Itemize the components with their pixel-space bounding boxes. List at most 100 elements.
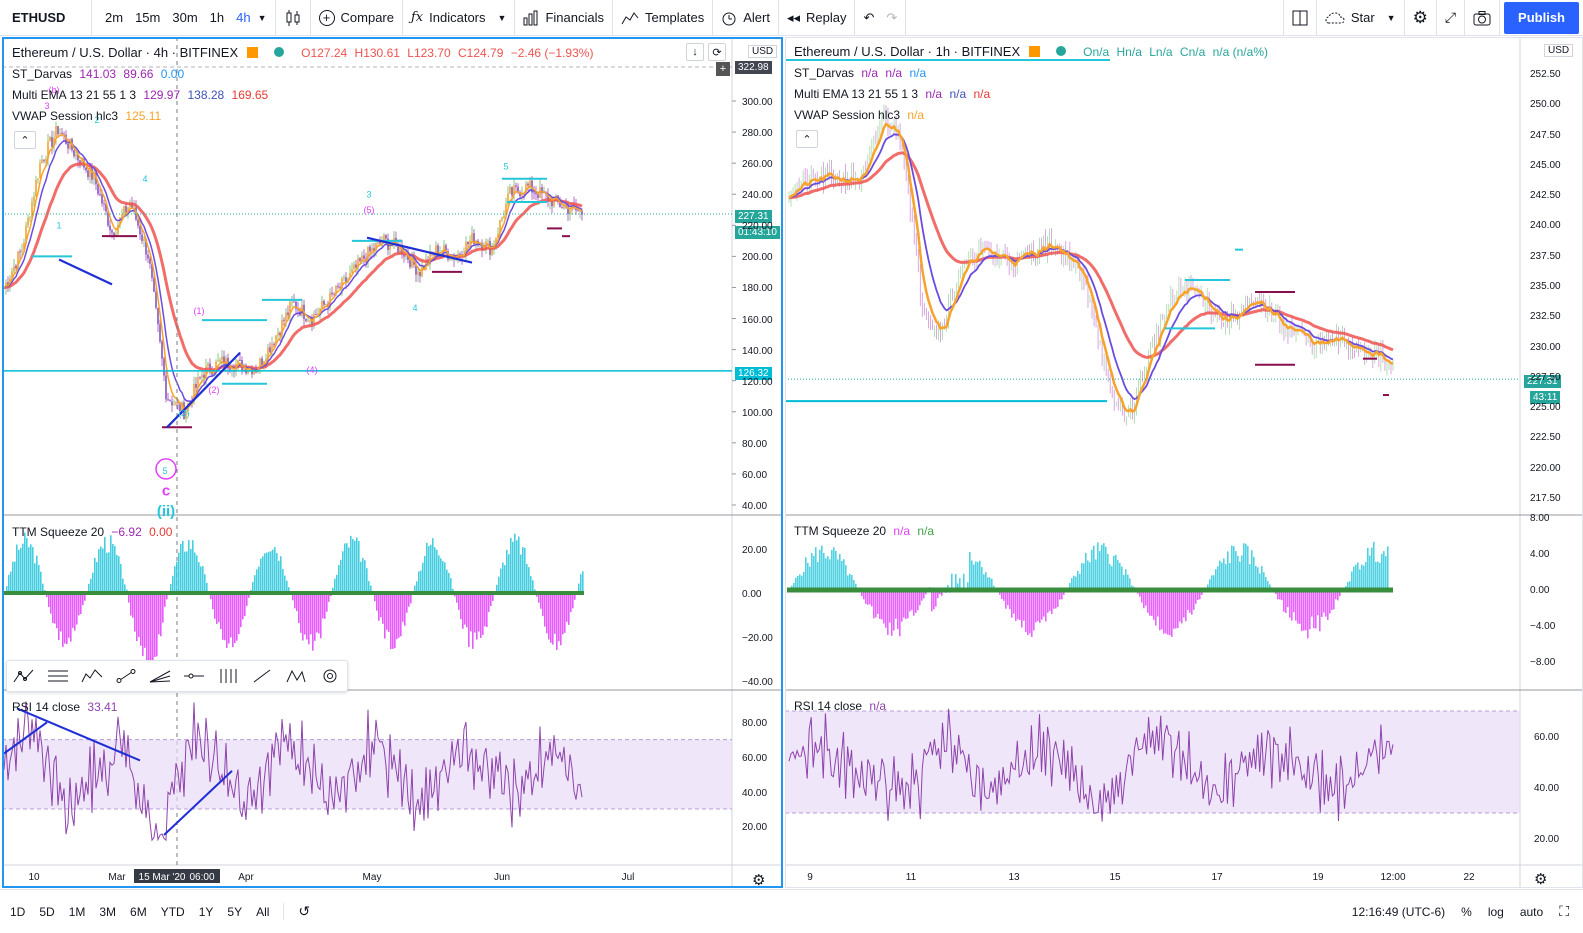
candle-body bbox=[533, 192, 535, 194]
squeeze-bar bbox=[22, 543, 24, 593]
horizontal-ray-icon[interactable] bbox=[177, 661, 211, 691]
templates-button[interactable]: Templates bbox=[613, 0, 714, 36]
left-ema-legend[interactable]: Multi EMA 13 21 55 1 3 129.97 138.28 169… bbox=[12, 88, 268, 102]
range-all[interactable]: All bbox=[256, 905, 269, 919]
squeeze-bar bbox=[1163, 590, 1165, 634]
squeeze-bar bbox=[1111, 566, 1113, 590]
reset-chart-button[interactable]: ⟳ bbox=[708, 43, 726, 61]
add-plus-button[interactable]: + bbox=[716, 62, 730, 76]
line-tool-icon[interactable] bbox=[245, 661, 279, 691]
auto-toggle[interactable]: auto bbox=[1520, 905, 1543, 919]
right-chart-canvas[interactable]: 9 11 13 15 17 19 12:00 22 bbox=[785, 37, 1583, 888]
vertical-lines-icon[interactable] bbox=[211, 661, 245, 691]
range-6m[interactable]: 6M bbox=[130, 905, 147, 919]
interval-4h[interactable]: 4h bbox=[231, 10, 255, 25]
log-toggle[interactable]: log bbox=[1488, 905, 1504, 919]
horizontal-lines-icon[interactable] bbox=[41, 661, 75, 691]
squeeze-bar bbox=[1087, 560, 1089, 590]
squeeze-bar bbox=[204, 574, 206, 593]
financials-button[interactable]: Financials bbox=[515, 0, 613, 36]
interval-2m[interactable]: 2m bbox=[100, 10, 128, 25]
legend-collapse-button[interactable]: ⌃ bbox=[14, 131, 36, 149]
chevron-down-icon[interactable]: ▼ bbox=[1387, 13, 1396, 23]
range-3m[interactable]: 3M bbox=[99, 905, 116, 919]
range-1y[interactable]: 1Y bbox=[199, 905, 214, 919]
right-vwap-legend[interactable]: VWAP Session hlc3 n/a bbox=[794, 108, 924, 122]
timescale-settings-button[interactable]: ⚙ bbox=[752, 871, 765, 886]
left-darvas-legend[interactable]: ST_Darvas 141.03 89.66 0.00 bbox=[12, 67, 184, 81]
interval-15m[interactable]: 15m bbox=[130, 10, 165, 25]
undo-icon[interactable]: ↶ bbox=[863, 10, 874, 26]
percent-toggle[interactable]: % bbox=[1461, 905, 1472, 919]
candle-body bbox=[409, 260, 411, 268]
alert-label: Alert bbox=[743, 10, 770, 25]
settings-button[interactable]: ⚙ bbox=[1405, 0, 1437, 36]
right-high: Hn/a bbox=[1116, 45, 1142, 59]
alert-button[interactable]: Alert bbox=[713, 0, 779, 36]
elliott-wave-icon[interactable] bbox=[75, 661, 109, 691]
star-button[interactable]: Star ▼ bbox=[1317, 0, 1405, 36]
clock-label[interactable]: 12:16:49 (UTC-6) bbox=[1352, 905, 1445, 919]
candle-body bbox=[353, 264, 355, 270]
abc-pattern-icon[interactable] bbox=[7, 661, 41, 691]
publish-button[interactable]: Publish bbox=[1504, 1, 1579, 34]
chevron-down-icon[interactable]: ▼ bbox=[258, 13, 267, 23]
pattern-icon[interactable] bbox=[279, 661, 313, 691]
timescale-settings-button[interactable]: ⚙ bbox=[1534, 870, 1547, 887]
candle-body bbox=[159, 324, 161, 342]
indicators-button[interactable]: ƒx Indicators ▼ bbox=[403, 0, 516, 36]
magnet-icon[interactable] bbox=[313, 661, 347, 691]
right-ema-legend[interactable]: Multi EMA 13 21 55 1 3 n/a n/a n/a bbox=[794, 87, 990, 101]
squeeze-bar bbox=[1023, 590, 1025, 621]
fib-fan-icon[interactable] bbox=[143, 661, 177, 691]
squeeze-bar bbox=[12, 561, 14, 593]
range-1m[interactable]: 1M bbox=[69, 905, 86, 919]
range-5y[interactable]: 5Y bbox=[227, 905, 242, 919]
squeeze-bar bbox=[823, 552, 825, 590]
fullscreen-button[interactable]: ⤢ bbox=[1437, 0, 1466, 36]
candle-body bbox=[67, 143, 69, 149]
left-chart-pane[interactable]: 1 2 3 4 5 (1) (2) (3) (4) (5) c (ii) 3 4 5 (b) 10 Mar 15 M… bbox=[2, 37, 783, 888]
vwap-v1: 125.11 bbox=[125, 109, 162, 123]
scroll-down-button[interactable]: ↓ bbox=[686, 43, 704, 61]
fullscreen-icon[interactable]: ⛶ bbox=[1559, 903, 1569, 920]
squeeze-bar bbox=[464, 593, 466, 625]
eye-icon[interactable] bbox=[1055, 46, 1066, 56]
layout-button[interactable] bbox=[1282, 0, 1317, 36]
left-rsi-legend[interactable]: RSI 14 close 33.41 bbox=[12, 700, 117, 714]
interval-1h[interactable]: 1h bbox=[205, 10, 229, 25]
trend-line-icon[interactable] bbox=[109, 661, 143, 691]
left-vwap-legend[interactable]: VWAP Session hlc3 125.11 bbox=[12, 109, 161, 123]
squeeze-bar bbox=[1357, 562, 1359, 590]
time-tick-label: Jul bbox=[622, 872, 635, 883]
squeeze-bar bbox=[520, 554, 522, 593]
eye-icon[interactable] bbox=[273, 47, 284, 57]
chart-type-button[interactable] bbox=[276, 0, 311, 36]
chevron-down-icon[interactable]: ▼ bbox=[498, 13, 507, 23]
squeeze-bar bbox=[891, 590, 893, 636]
left-squeeze-legend[interactable]: TTM Squeeze 20 −6.92 0.00 bbox=[12, 525, 172, 539]
replay-button[interactable]: ◂◂ Replay bbox=[779, 0, 856, 36]
legend-collapse-button[interactable]: ⌃ bbox=[796, 130, 818, 148]
range-5d[interactable]: 5D bbox=[39, 905, 54, 919]
squeeze-bar bbox=[52, 593, 54, 623]
right-rsi-legend[interactable]: RSI 14 close n/a bbox=[794, 699, 886, 713]
squeeze-bar bbox=[899, 590, 901, 637]
squeeze-bar bbox=[1117, 560, 1119, 590]
redo-icon[interactable]: ↷ bbox=[886, 10, 897, 26]
left-chart-canvas[interactable]: 12345(1)(2)(3)(4)(5)c(ii)345(b)10 Mar 15 M… bbox=[2, 37, 783, 888]
squeeze-bar bbox=[418, 571, 420, 593]
goto-date-icon[interactable]: ↺ bbox=[283, 903, 310, 920]
compare-button[interactable]: + Compare bbox=[311, 0, 403, 36]
candle-body bbox=[29, 217, 31, 219]
squeeze-bar bbox=[116, 554, 118, 593]
right-chart-pane[interactable]: 9 11 13 15 17 19 12:00 22 Ethereum / U.S. Dolla… bbox=[785, 37, 1583, 888]
symbol-search[interactable]: ETHUSD bbox=[0, 0, 92, 36]
right-darvas-legend[interactable]: ST_Darvas n/a n/a n/a bbox=[794, 66, 926, 80]
range-1d[interactable]: 1D bbox=[10, 905, 25, 919]
range-ytd[interactable]: YTD bbox=[161, 905, 185, 919]
interval-30m[interactable]: 30m bbox=[167, 10, 202, 25]
squeeze-bar bbox=[1361, 564, 1363, 590]
right-squeeze-legend[interactable]: TTM Squeeze 20 n/a n/a bbox=[794, 524, 934, 538]
snapshot-button[interactable] bbox=[1465, 0, 1501, 36]
